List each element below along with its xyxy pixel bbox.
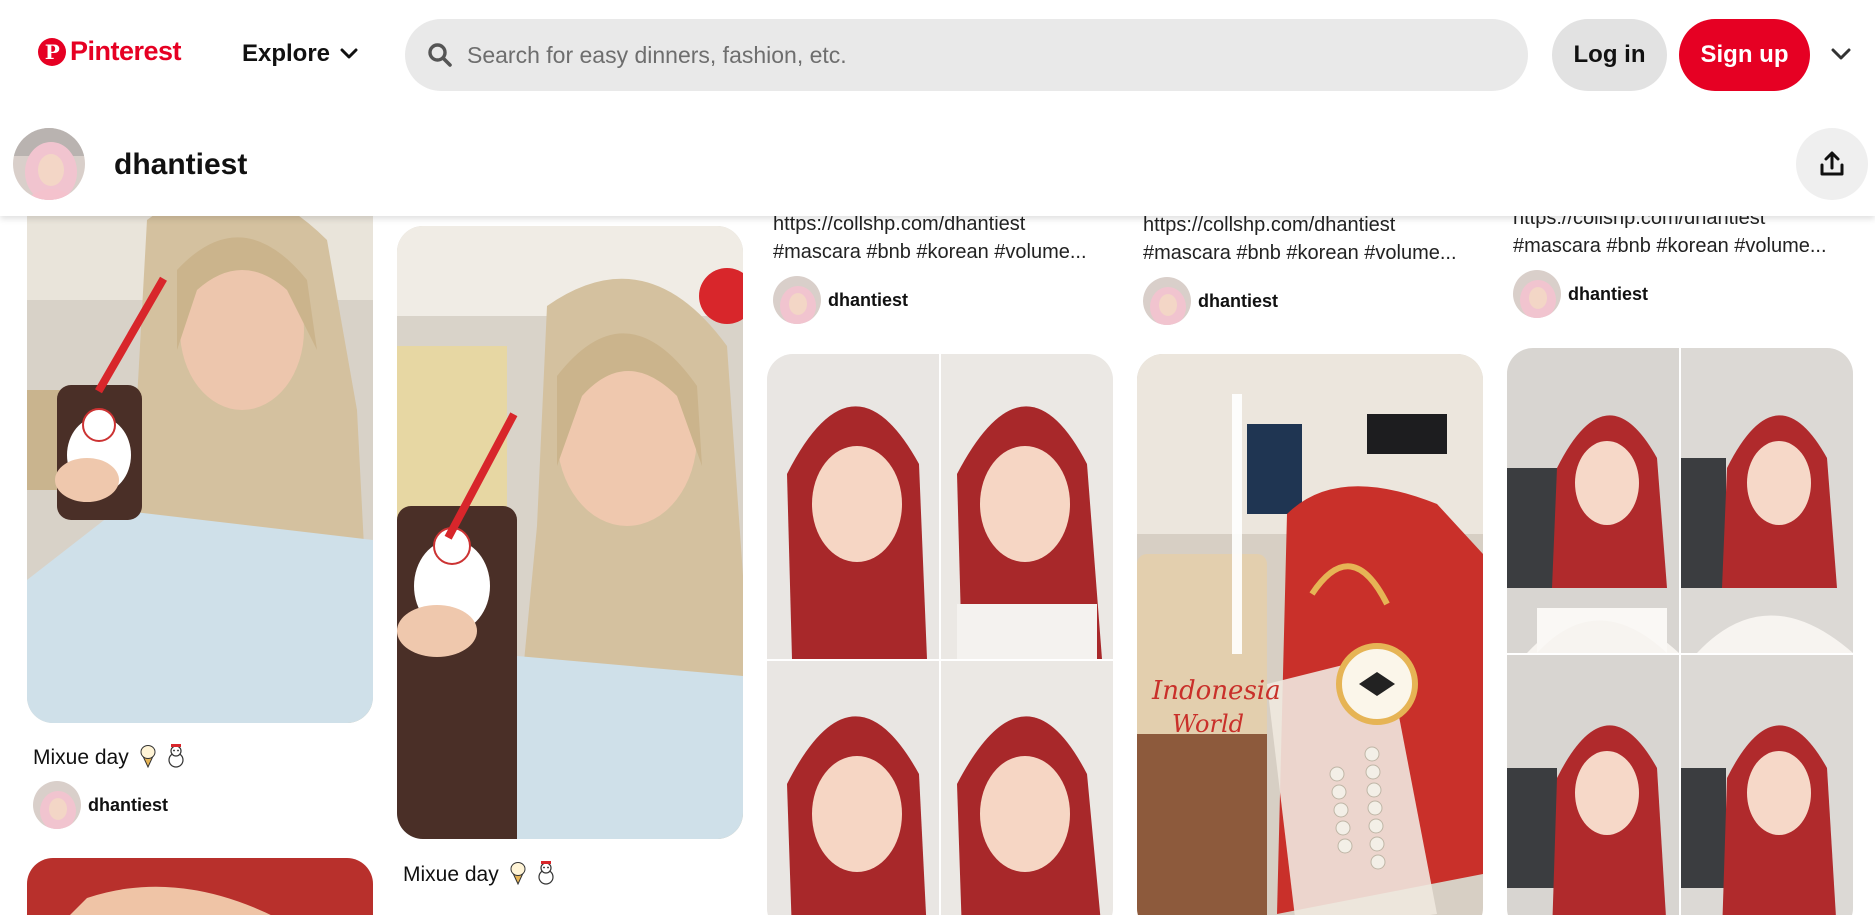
snowman-icon bbox=[168, 744, 185, 768]
avatar[interactable] bbox=[13, 128, 85, 200]
sign-up-button[interactable]: Sign up bbox=[1679, 19, 1810, 91]
pin-description[interactable]: https://collshp.com/dhantiest #mascara #… bbox=[773, 210, 1118, 266]
profile-username[interactable]: dhantiest bbox=[114, 148, 247, 182]
search-icon bbox=[428, 43, 452, 67]
explore-menu-button[interactable]: Explore bbox=[242, 40, 358, 68]
pin-author[interactable]: dhantiest bbox=[773, 276, 908, 324]
pin-image[interactable] bbox=[27, 180, 373, 723]
svg-text:Indonesia: Indonesia bbox=[1151, 676, 1281, 706]
snowman-icon bbox=[538, 861, 555, 885]
share-button[interactable] bbox=[1796, 128, 1868, 200]
pin-author[interactable]: dhantiest bbox=[1513, 270, 1648, 318]
log-in-button[interactable]: Log in bbox=[1552, 19, 1667, 91]
avatar bbox=[1513, 270, 1561, 318]
pin-image[interactable] bbox=[1507, 348, 1853, 915]
avatar bbox=[33, 781, 81, 829]
svg-text:World: World bbox=[1172, 710, 1244, 738]
avatar bbox=[1143, 277, 1191, 325]
share-icon bbox=[1820, 151, 1844, 176]
pin-title[interactable]: Mixue day bbox=[403, 861, 556, 887]
pinterest-logo-icon: P bbox=[38, 37, 66, 66]
search-bar[interactable] bbox=[405, 19, 1528, 91]
top-navigation: P Pinterest Explore Log in Sign up bbox=[0, 0, 1875, 112]
pin-description[interactable]: https://collshp.com/dhantiest #mascara #… bbox=[1143, 211, 1488, 267]
pin-author[interactable]: dhantiest bbox=[33, 781, 168, 829]
author-name: dhantiest bbox=[828, 289, 909, 310]
avatar bbox=[773, 276, 821, 324]
pin-image[interactable] bbox=[27, 858, 373, 915]
profile-header: dhantiest bbox=[0, 112, 1875, 216]
author-name: dhantiest bbox=[88, 794, 169, 815]
author-name: dhantiest bbox=[1568, 283, 1649, 304]
search-input[interactable] bbox=[467, 41, 1467, 69]
pin-image[interactable] bbox=[767, 354, 1113, 915]
brand-name: Pinterest bbox=[70, 36, 182, 66]
author-name: dhantiest bbox=[1198, 290, 1279, 311]
pin-title[interactable]: Mixue day bbox=[33, 744, 186, 770]
pinterest-logo[interactable]: P Pinterest bbox=[38, 36, 182, 67]
ice-cream-icon bbox=[140, 745, 156, 768]
pin-image[interactable] bbox=[397, 226, 743, 839]
explore-label: Explore bbox=[242, 40, 331, 67]
ice-cream-icon bbox=[510, 862, 526, 885]
chevron-down-icon bbox=[340, 48, 358, 59]
pin-author[interactable]: dhantiest bbox=[1143, 277, 1278, 325]
pin-image[interactable]: Indonesia World bbox=[1137, 354, 1483, 915]
chevron-down-icon[interactable] bbox=[1831, 47, 1851, 61]
